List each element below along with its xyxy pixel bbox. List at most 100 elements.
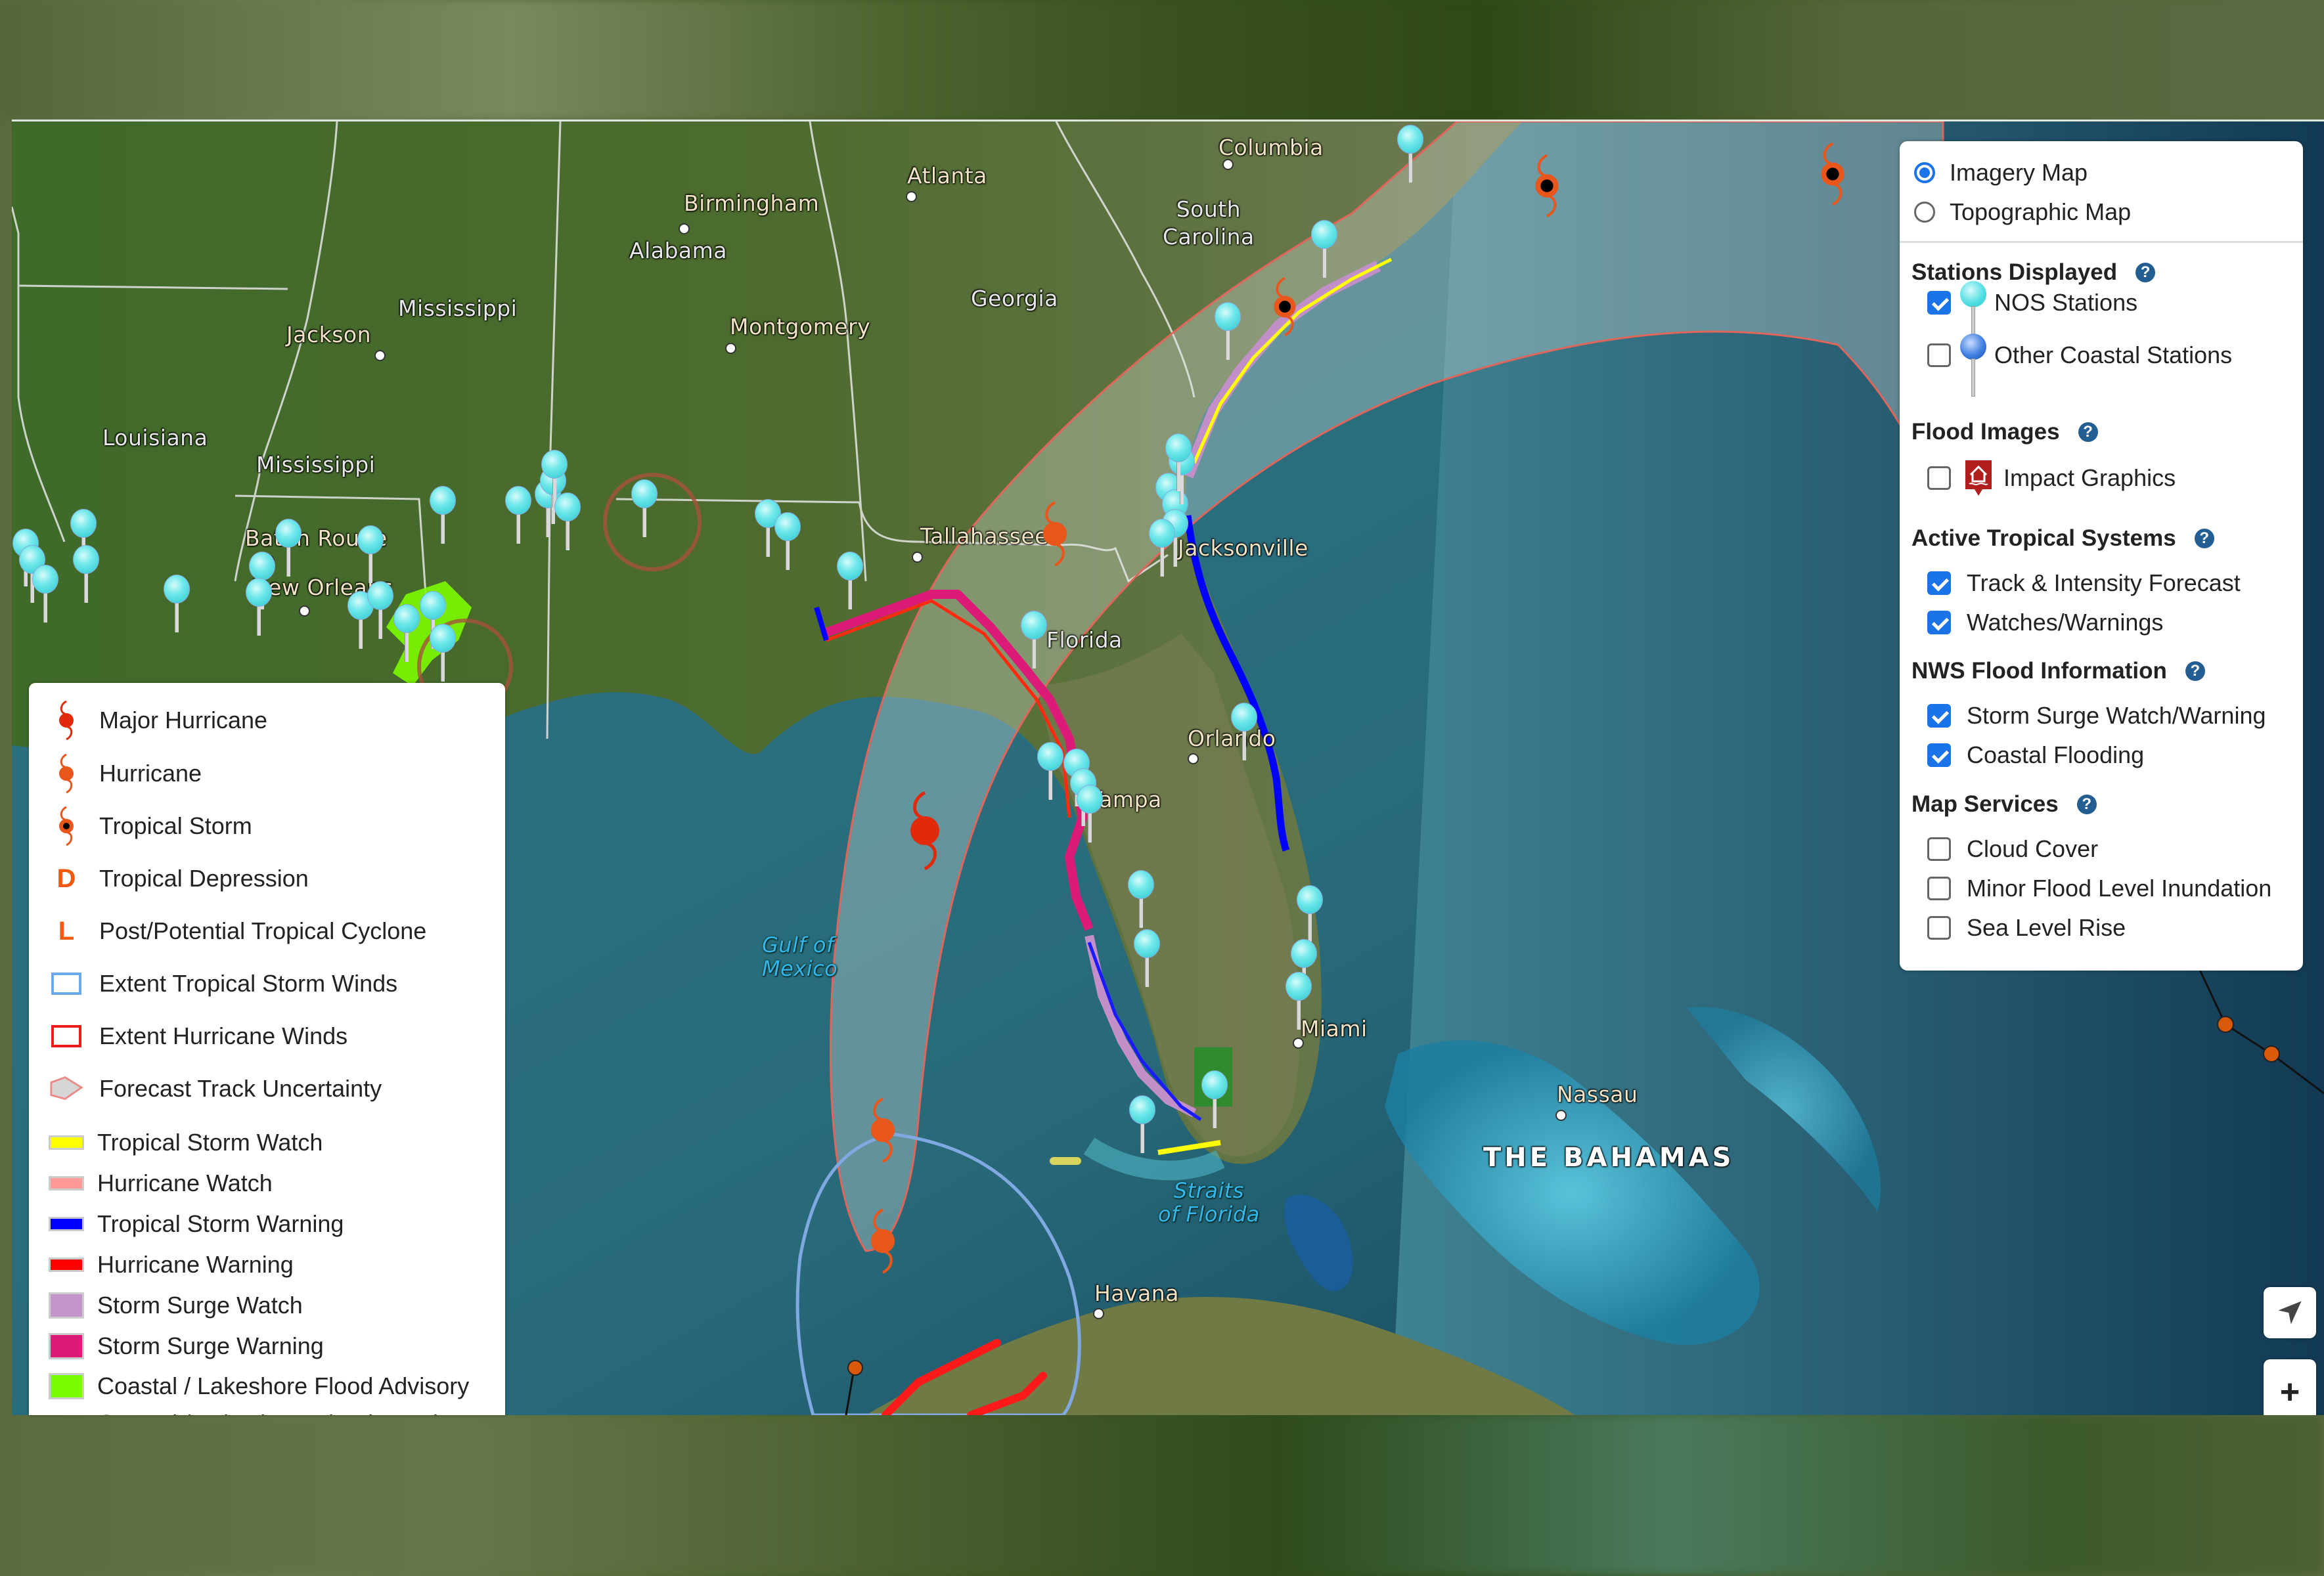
nos-station-pin[interactable] [774, 512, 801, 571]
legend-label: Extent Tropical Storm Winds [99, 970, 398, 997]
checkbox-row-cloud-cover[interactable]: Cloud Cover [1927, 831, 2098, 867]
label-mississippi-state: Mississippi [398, 296, 518, 321]
nos-station-pin[interactable] [1129, 1095, 1155, 1154]
nos-station-pin[interactable] [1397, 125, 1423, 184]
label-mississippi-river: Mississippi [256, 452, 376, 477]
label-alabama: Alabama [629, 238, 728, 263]
nos-station-pin[interactable] [1285, 972, 1312, 1031]
hurricane-icon-gulf-2[interactable] [861, 1208, 905, 1274]
checkbox-coastal-flooding[interactable] [1927, 743, 1951, 767]
nos-station-pin[interactable] [1311, 220, 1337, 279]
tropical-storm-icon-atlantic-2[interactable] [1812, 142, 1854, 206]
nos-station-pin[interactable] [357, 525, 384, 584]
nos-station-pin[interactable] [164, 575, 190, 634]
nos-station-pin[interactable] [1231, 703, 1257, 762]
checkbox-watches-warnings[interactable] [1927, 611, 1951, 634]
checkbox-row-impact-graphics[interactable]: Impact Graphics [1927, 460, 2176, 496]
legend-item-flood-advisory: Coastal / Lakeshore Flood Advisory [29, 1367, 502, 1406]
tropical-storm-watch-dry-tortugas [1050, 1157, 1081, 1165]
hurricane-icon-tallahassee[interactable] [1033, 501, 1077, 567]
nos-station-pin[interactable] [1077, 785, 1103, 844]
legend-item-hurricane-warning: Hurricane Warning [29, 1245, 502, 1284]
tropical-storm-icon-georgia[interactable] [1265, 277, 1305, 336]
nos-station-pin[interactable] [367, 581, 393, 640]
major-hurricane-icon[interactable] [899, 791, 951, 870]
nos-station-pin[interactable] [430, 624, 456, 683]
nos-station-pin[interactable] [1128, 870, 1154, 929]
radio-imagery-map[interactable] [1914, 162, 1935, 183]
swatch-surge-warning [49, 1333, 84, 1359]
locate-button[interactable] [2264, 1287, 2316, 1338]
legend-item-tropical-storm: Tropical Storm [29, 806, 502, 846]
legend-label: Hurricane Warning [97, 1251, 294, 1278]
help-icon[interactable]: ? [2135, 263, 2156, 282]
section-title: Active Tropical Systems [1911, 525, 2176, 551]
nos-station-pin[interactable] [1165, 433, 1192, 492]
major-hurricane-icon [59, 701, 74, 740]
checkbox-row-watches-warnings[interactable]: Watches/Warnings [1927, 604, 2163, 641]
swatch-surge-watch [49, 1292, 84, 1319]
help-icon[interactable]: ? [2185, 661, 2205, 681]
nos-station-pin[interactable] [73, 545, 99, 604]
tropical-storm-icon-atlantic-1[interactable] [1526, 154, 1568, 217]
nos-station-pin[interactable] [430, 486, 456, 545]
nos-station-pin[interactable] [1134, 929, 1160, 988]
city-dot-tallahassee [912, 552, 923, 563]
legend-label: Major Hurricane [99, 707, 268, 733]
checkbox-label: Minor Flood Level Inundation [1967, 875, 2272, 902]
label-georgia: Georgia [971, 286, 1058, 311]
legend-item-post-tropical: L Post/Potential Tropical Cyclone [29, 911, 502, 951]
checkbox-sea-level-rise[interactable] [1927, 916, 1951, 940]
hurricane-icon-gulf-1[interactable] [861, 1097, 905, 1163]
nos-station-pin[interactable] [1297, 885, 1323, 944]
checkbox-row-coastal-flooding[interactable]: Coastal Flooding [1927, 737, 2144, 774]
nos-station-pin[interactable] [1149, 519, 1175, 578]
nos-station-pin[interactable] [837, 552, 863, 611]
zoom-in-button[interactable]: + [2264, 1359, 2316, 1415]
section-active-tropical-systems: Active Tropical Systems ? [1911, 525, 2214, 552]
nos-station-pin[interactable] [32, 565, 58, 624]
radio-topographic-map[interactable] [1914, 202, 1935, 223]
legend-item-surge-warning: Storm Surge Warning [29, 1326, 502, 1366]
nos-station-pin[interactable] [275, 519, 302, 578]
help-icon[interactable]: ? [2194, 529, 2214, 548]
plus-icon: + [2279, 1373, 2300, 1411]
nos-station-pin[interactable] [393, 604, 420, 663]
checkbox-storm-surge-watch-warning[interactable] [1927, 704, 1951, 728]
checkbox-row-nos-stations[interactable]: NOS Stations [1927, 281, 2137, 344]
legend-label: Tropical Storm [99, 812, 252, 839]
nos-station-pin[interactable] [505, 486, 531, 545]
basemap-option-imagery[interactable]: Imagery Map [1914, 154, 2088, 191]
nos-station-pin[interactable] [631, 479, 658, 538]
nos-station-pin[interactable] [246, 578, 272, 637]
label-straits-line-1: Straits [1173, 1178, 1245, 1203]
checkbox-row-minor-flood[interactable]: Minor Flood Level Inundation [1927, 870, 2271, 907]
checkbox-track-intensity-forecast[interactable] [1927, 571, 1951, 595]
navigation-arrow-icon [2278, 1301, 2302, 1324]
nos-station-pin[interactable] [554, 492, 581, 552]
label-birmingham: Birmingham [684, 190, 820, 216]
nos-station-pin[interactable] [1021, 611, 1047, 670]
legend-item-ts-watch: Tropical Storm Watch [29, 1123, 502, 1162]
basemap-option-topographic[interactable]: Topographic Map [1914, 194, 2131, 230]
checkbox-minor-flood-level-inundation[interactable] [1927, 877, 1951, 900]
help-icon[interactable]: ? [2078, 422, 2098, 442]
nos-station-pin[interactable] [1201, 1070, 1228, 1129]
city-dot-jackson [374, 350, 386, 361]
checkbox-label: Sea Level Rise [1967, 914, 2126, 941]
checkbox-row-sea-level-rise[interactable]: Sea Level Rise [1927, 909, 2126, 946]
checkbox-row-other-coastal-stations[interactable]: Other Coastal Stations [1927, 334, 2232, 397]
nos-station-pin[interactable] [1215, 302, 1241, 361]
radio-label: Imagery Map [1950, 159, 2088, 186]
checkbox-other-coastal-stations[interactable] [1927, 343, 1951, 367]
checkbox-impact-graphics[interactable] [1927, 466, 1951, 490]
nos-station-pin[interactable] [1037, 742, 1063, 801]
checkbox-row-storm-surge[interactable]: Storm Surge Watch/Warning [1927, 697, 2266, 734]
help-icon[interactable]: ? [2076, 795, 2097, 814]
checkbox-cloud-cover[interactable] [1927, 837, 1951, 861]
legend-label: Hurricane [99, 760, 202, 787]
checkbox-nos-stations[interactable] [1927, 291, 1951, 315]
label-gulf-of-mexico: Gulf of Mexico [762, 933, 838, 980]
checkbox-row-track-forecast[interactable]: Track & Intensity Forecast [1927, 565, 2241, 602]
label-straits-line-2: of Florida [1158, 1202, 1260, 1227]
